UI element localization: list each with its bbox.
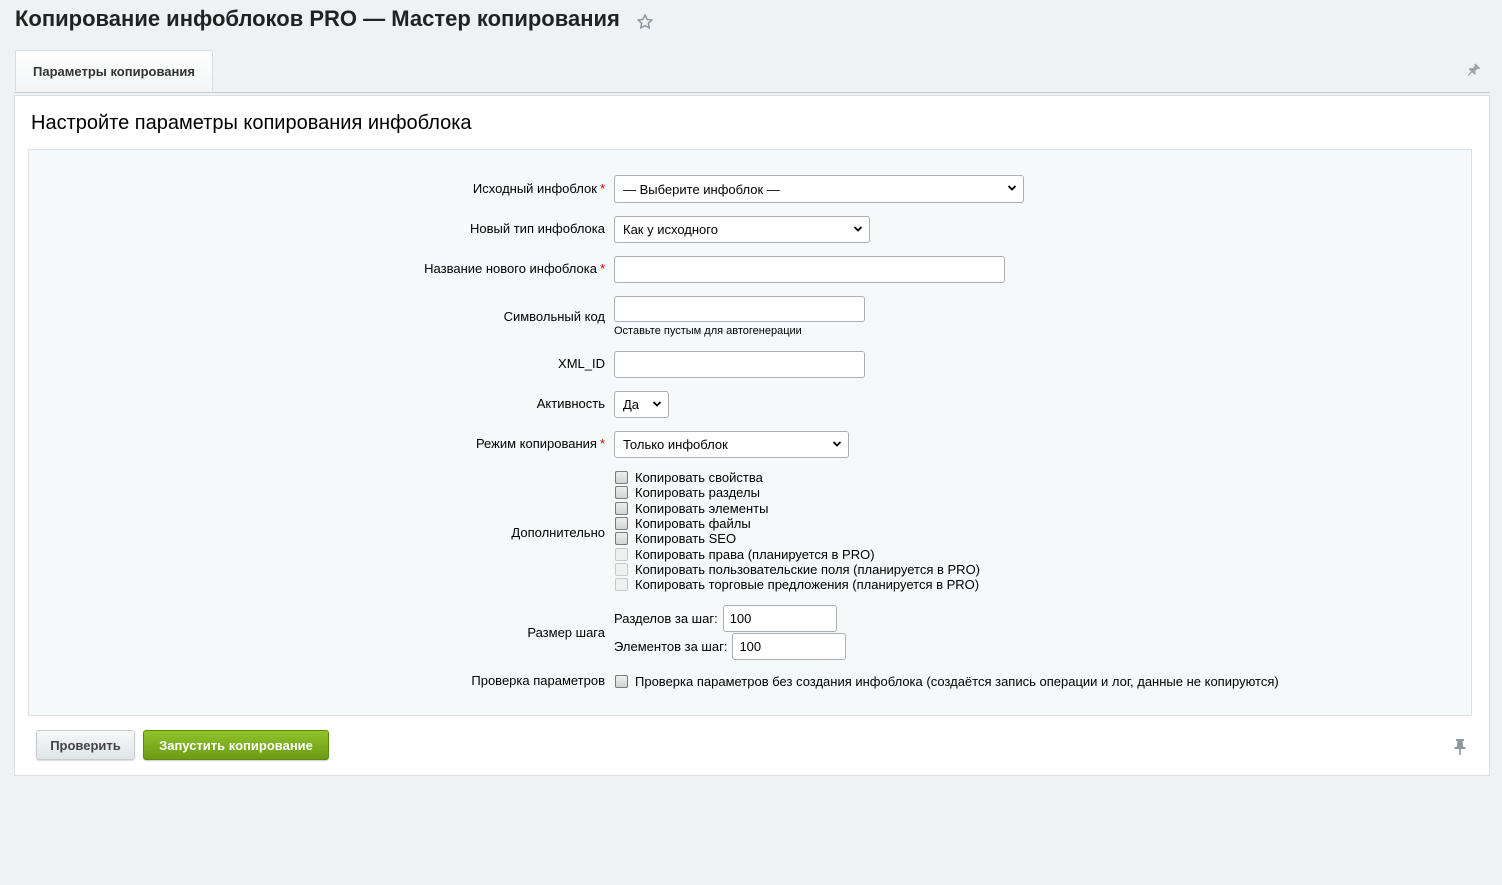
option-copy-properties[interactable]: Копировать свойства — [614, 470, 980, 485]
step-label: Размер шага — [527, 625, 605, 640]
sections-per-step: Разделов за шаг: 100 — [614, 604, 846, 632]
row-active: Активность Да — [29, 391, 1473, 418]
settings-panel: Настройте параметры копирования инфоблок… — [14, 95, 1490, 776]
option-copy-user-fields: Копировать пользовательские поля (планир… — [614, 562, 980, 577]
check-label: Проверка параметров — [471, 673, 605, 688]
pin-icon[interactable] — [1453, 738, 1467, 756]
checkbox[interactable] — [615, 532, 628, 546]
row-check: Проверка параметров Проверка параметров … — [29, 672, 1473, 690]
run-copy-button[interactable]: Запустить копирование — [143, 730, 329, 760]
check-option[interactable]: Проверка параметров без создания инфобло… — [614, 672, 1279, 690]
chevron-down-icon — [1007, 185, 1017, 191]
extra-options: Копировать свойства Копировать разделы К… — [614, 470, 980, 592]
checkbox[interactable] — [615, 471, 628, 485]
option-copy-sections[interactable]: Копировать разделы — [614, 485, 980, 500]
elements-per-step-input[interactable]: 100 — [732, 632, 847, 660]
source-iblock-label: Исходный инфоблок * — [472, 181, 605, 196]
mode-label: Режим копирования * — [475, 436, 605, 451]
star-icon[interactable] — [636, 11, 654, 29]
checkbox-disabled — [615, 562, 628, 576]
sections-per-step-input[interactable]: 100 — [722, 604, 837, 632]
mode-select[interactable]: Только инфоблок — [614, 431, 849, 458]
new-type-label: Новый тип инфоблока — [469, 221, 605, 236]
option-copy-files[interactable]: Копировать файлы — [614, 516, 980, 531]
panel-heading: Настройте параметры копирования инфоблок… — [31, 112, 472, 134]
elements-per-step: Элементов за шаг: 100 — [614, 632, 847, 660]
checkbox[interactable] — [615, 501, 628, 515]
new-type-select[interactable]: Как у исходного — [614, 216, 870, 243]
extra-label: Дополнительно — [511, 525, 605, 540]
tab-copy-params[interactable]: Параметры копирования — [15, 50, 213, 91]
checkbox[interactable] — [615, 486, 628, 500]
tab-bar: Параметры копирования — [14, 50, 1490, 93]
code-input[interactable] — [614, 296, 865, 322]
step-controls: Разделов за шаг: 100 Элементов за шаг: 1… — [614, 604, 847, 660]
row-new-type: Новый тип инфоблока Как у исходного — [29, 216, 1473, 243]
form-box: Исходный инфоблок * — Выберите инфоблок —… — [28, 149, 1472, 716]
chevron-down-icon — [652, 401, 662, 407]
new-name-input[interactable] — [614, 256, 1005, 283]
checkbox[interactable] — [615, 674, 628, 688]
option-copy-rights: Копировать права (планируется в PRO) — [614, 546, 980, 562]
code-hint: Оставьте пустым для автогенерации — [614, 325, 802, 337]
check-button[interactable]: Проверить — [36, 730, 135, 760]
active-label: Активность — [536, 396, 605, 411]
row-source-iblock: Исходный инфоблок * — Выберите инфоблок — — [29, 175, 1473, 203]
code-label: Символьный код — [503, 309, 605, 324]
row-code: Символьный код Оставьте пустым для автог… — [29, 296, 1473, 340]
chevron-down-icon — [853, 226, 863, 232]
checkbox-disabled — [615, 578, 628, 592]
option-copy-offers: Копировать торговые предложения (планиру… — [614, 577, 980, 592]
checkbox[interactable] — [615, 517, 628, 531]
checkbox-disabled — [615, 547, 628, 561]
option-copy-seo[interactable]: Копировать SEO — [614, 531, 980, 546]
page-title: Копирование инфоблоков PRO — Мастер копи… — [15, 6, 654, 32]
code-control: Оставьте пустым для автогенерации — [614, 296, 865, 337]
source-iblock-select[interactable]: — Выберите инфоблок — — [614, 175, 1024, 203]
row-step: Размер шага Разделов за шаг: 100 Элемент… — [29, 604, 1473, 660]
row-xml-id: XML_ID — [29, 351, 1473, 378]
chevron-down-icon — [832, 441, 842, 447]
option-copy-elements[interactable]: Копировать элементы — [614, 501, 980, 516]
xml-id-input[interactable] — [614, 351, 865, 378]
row-mode: Режим копирования * Только инфоблок — [29, 431, 1473, 458]
new-name-label: Название нового инфоблока * — [424, 261, 605, 276]
pin-icon[interactable] — [1466, 62, 1482, 78]
row-new-name: Название нового инфоблока * — [29, 256, 1473, 283]
row-extra: Дополнительно Копировать свойства Копиро… — [29, 470, 1473, 594]
active-select[interactable]: Да — [614, 391, 669, 418]
xml-id-label: XML_ID — [558, 356, 605, 371]
page-title-text: Копирование инфоблоков PRO — Мастер копи… — [15, 6, 620, 31]
